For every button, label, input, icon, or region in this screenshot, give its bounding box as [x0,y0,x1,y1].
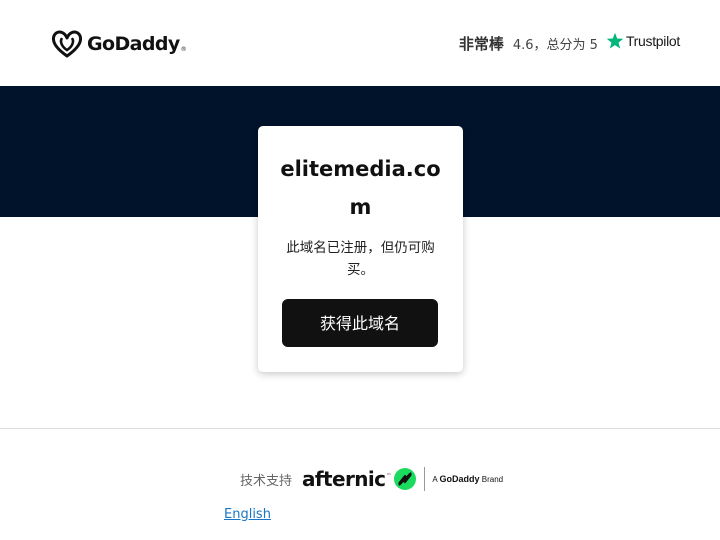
site-header: GoDaddy ® 非常棒 4.6，总分为 5 Trustpilot [0,0,720,86]
logo-trademark: ® [180,46,187,53]
trustpilot-star-icon [606,32,624,49]
domain-status-text: 此域名已注册，但仍可购买。 [286,240,435,278]
powered-by: 技术支持 afternic ™ A GoDaddy Brand [240,464,503,494]
footer-divider [0,428,720,429]
language-link-english[interactable]: English [224,507,271,522]
brand-separator [424,467,426,491]
godaddy-logo[interactable]: GoDaddy ® [52,29,187,59]
domain-name: elitemedia.com [280,157,441,219]
rating-score-text: 4.6，总分为 5 [512,37,598,53]
trustpilot-brand: Trustpilot [625,33,680,49]
afternic-trademark: ™ [386,473,392,479]
logo-wordmark: GoDaddy [87,33,180,55]
tagline-prefix: A [432,475,438,484]
tagline-brand: GoDaddy [439,474,480,484]
powered-by-label: 技术支持 [240,473,293,489]
godaddy-heart-logo-icon [52,30,82,58]
get-domain-button[interactable]: 获得此域名 [282,299,438,347]
domain-card: elitemedia.com 此域名已注册，但仍可购买。 获得此域名 [258,126,463,372]
afternic-arrows-logo-icon [394,468,417,490]
godaddy-brand-tagline: A GoDaddy Brand [432,474,503,484]
trustpilot-rating[interactable]: 非常棒 4.6，总分为 5 Trustpilot [459,30,680,56]
tagline-suffix: Brand [481,475,504,484]
afternic-wordmark: afternic [302,467,386,491]
rating-word: 非常棒 [458,34,504,53]
